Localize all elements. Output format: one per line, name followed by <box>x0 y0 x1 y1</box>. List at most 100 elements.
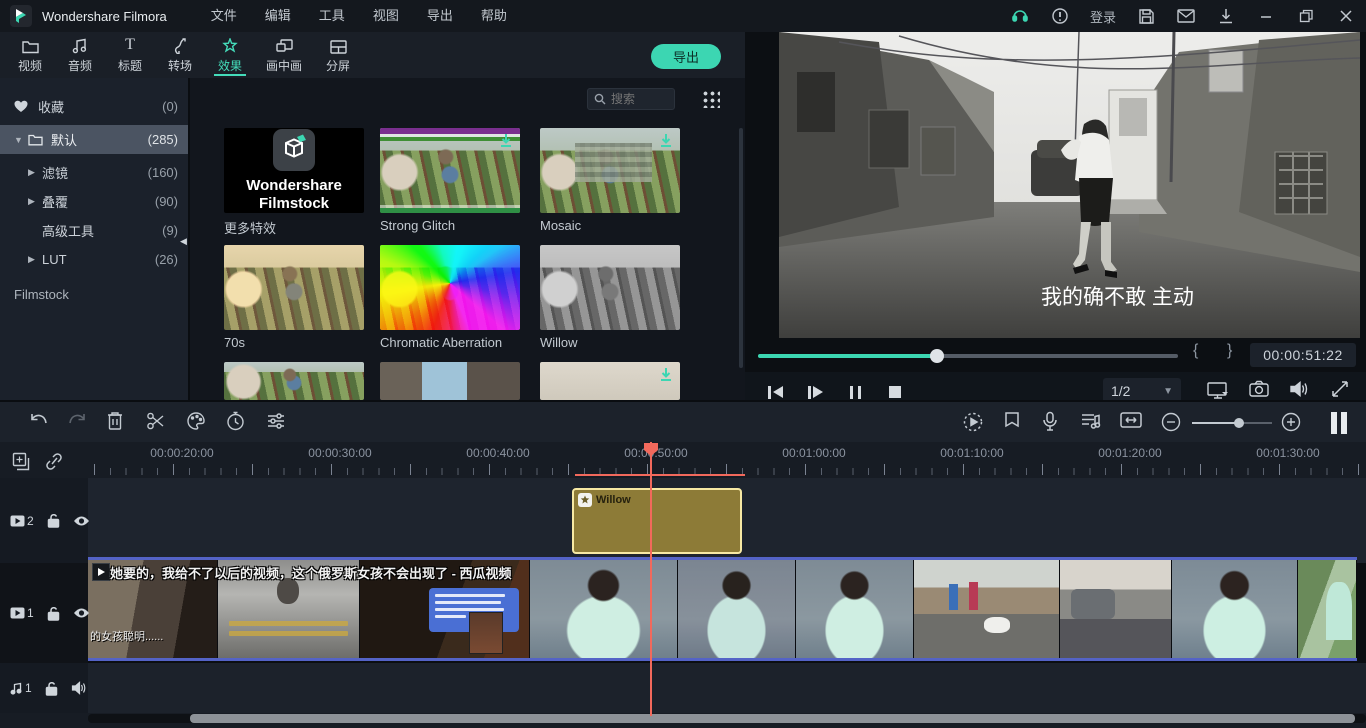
menu-edit[interactable]: 编辑 <box>251 0 305 32</box>
effect-thumb-partial[interactable] <box>540 362 680 400</box>
sidebar-item-filmstock[interactable]: Filmstock <box>0 280 188 309</box>
effect-70s[interactable] <box>224 245 364 330</box>
timeline-zoom-slider[interactable] <box>1192 422 1272 424</box>
tab-splitscreen[interactable]: 分屏 <box>313 32 363 78</box>
minimize-button[interactable] <box>1246 0 1286 32</box>
menu-help[interactable]: 帮助 <box>467 0 521 32</box>
tab-label: 效果 <box>218 57 242 74</box>
effect-strong-glitch[interactable] <box>380 128 520 213</box>
sidebar-item-default[interactable]: ▼ 默认 (285) <box>0 125 188 154</box>
panel-collapse-icon[interactable]: ◀ <box>180 236 187 247</box>
mark-out-button[interactable]: } <box>1227 342 1232 360</box>
download-effect-icon <box>658 367 674 383</box>
snapshot-camera-icon[interactable] <box>1249 380 1269 398</box>
delete-trash-icon[interactable] <box>106 411 124 431</box>
effects-category-sidebar: 收藏 (0) ▼ 默认 (285) ▶ 滤镜 (160) ▶ 叠覆 (90) 高… <box>0 78 188 400</box>
info-icon[interactable] <box>1040 0 1080 32</box>
speaker-icon[interactable] <box>71 681 87 695</box>
caret-right-icon[interactable]: ▶ <box>28 254 42 265</box>
audio-track-1[interactable]: 1 <box>0 663 1366 713</box>
track1-header: 1 <box>0 563 88 663</box>
willow-effect-clip[interactable]: Willow <box>572 488 742 554</box>
close-button[interactable] <box>1326 0 1366 32</box>
tab-audio[interactable]: 音频 <box>55 32 105 78</box>
playhead-line[interactable] <box>650 442 652 716</box>
playhead-marker[interactable] <box>643 442 659 457</box>
tab-pip[interactable]: 画中画 <box>255 32 313 78</box>
fullscreen-icon[interactable] <box>1331 380 1349 398</box>
link-clips-icon[interactable] <box>44 452 64 471</box>
effect-mosaic[interactable] <box>540 128 680 213</box>
tab-titles[interactable]: T 标题 <box>105 32 155 78</box>
copy-clip-icon[interactable] <box>12 452 31 471</box>
caret-down-icon[interactable]: ▼ <box>14 135 28 145</box>
support-headset-icon[interactable] <box>1000 0 1040 32</box>
restore-button[interactable] <box>1286 0 1326 32</box>
caret-right-icon[interactable]: ▶ <box>28 196 42 207</box>
effect-willow[interactable] <box>540 245 680 330</box>
menu-view[interactable]: 视图 <box>359 0 413 32</box>
timecode-display: 00:00:51:22 <box>1250 343 1356 367</box>
menu-export[interactable]: 导出 <box>413 0 467 32</box>
effect-thumb-partial[interactable] <box>380 362 520 400</box>
menu-file[interactable]: 文件 <box>197 0 251 32</box>
sidebar-item-overlays[interactable]: ▶ 叠覆 (90) <box>0 187 188 216</box>
effect-chromatic-aberration[interactable] <box>380 245 520 330</box>
tab-effects[interactable]: 效果 <box>205 32 255 78</box>
panel-toggle-icon[interactable] <box>1331 412 1347 434</box>
menu-tools[interactable]: 工具 <box>305 0 359 32</box>
mark-in-button[interactable]: { <box>1193 342 1198 360</box>
filmstock-card[interactable]: Wondershare Filmstock <box>224 128 364 213</box>
zoom-out-icon[interactable] <box>1160 411 1182 433</box>
speed-timer-icon[interactable] <box>226 411 245 431</box>
marker-icon[interactable] <box>1004 411 1020 431</box>
mail-icon[interactable] <box>1166 0 1206 32</box>
adjust-sliders-icon[interactable] <box>266 411 286 431</box>
display-device-icon[interactable] <box>1207 380 1229 400</box>
lock-icon[interactable] <box>45 681 58 696</box>
track-number: 1 <box>27 606 34 620</box>
export-button[interactable]: 导出 <box>651 44 721 69</box>
video-track-1[interactable]: 的女孩聪明...... <box>0 563 1366 663</box>
scrollbar-thumb[interactable] <box>190 714 1355 723</box>
grid-view-icon[interactable] <box>702 90 720 108</box>
tab-video[interactable]: 视频 <box>5 32 55 78</box>
search-input[interactable] <box>611 92 667 106</box>
caret-right-icon[interactable]: ▶ <box>28 167 42 178</box>
seek-knob[interactable] <box>930 349 944 363</box>
redo-icon[interactable] <box>66 411 88 431</box>
save-icon[interactable] <box>1126 0 1166 32</box>
split-scissors-icon[interactable] <box>146 411 166 431</box>
eye-icon[interactable] <box>73 607 90 619</box>
effects-scrollbar[interactable] <box>739 128 743 368</box>
zoom-slider-knob[interactable] <box>1234 418 1244 428</box>
sidebar-item-lut[interactable]: ▶ LUT (26) <box>0 245 188 274</box>
thumbnail-caption: 的女孩聪明...... <box>90 628 163 644</box>
login-button[interactable]: 登录 <box>1080 7 1126 26</box>
video-viewer[interactable]: 我的确不敢 主动 <box>779 32 1360 338</box>
fit-timeline-icon[interactable] <box>1120 411 1142 429</box>
search-box[interactable] <box>587 88 675 110</box>
tab-transition[interactable]: 转场 <box>155 32 205 78</box>
sidebar-count: (285) <box>148 132 178 147</box>
undo-icon[interactable] <box>28 411 50 431</box>
eye-icon[interactable] <box>73 515 90 527</box>
lock-icon[interactable] <box>47 606 60 621</box>
speaker-icon[interactable] <box>1289 380 1309 398</box>
zoom-in-icon[interactable] <box>1280 411 1302 433</box>
sidebar-item-favorites[interactable]: 收藏 (0) <box>0 92 188 121</box>
download-icon[interactable] <box>1206 0 1246 32</box>
timeline-horizontal-scrollbar[interactable] <box>88 714 1366 723</box>
tab-label: 视频 <box>18 57 42 74</box>
seek-bar[interactable] <box>758 354 1178 358</box>
effect-thumb-partial[interactable] <box>224 362 364 400</box>
voiceover-mic-icon[interactable] <box>1042 411 1058 432</box>
sidebar-item-advanced-tools[interactable]: 高级工具 (9) <box>0 216 188 245</box>
audio-mixer-icon[interactable] <box>1080 411 1101 431</box>
timeline-ruler[interactable]: 00:00:20:00 00:00:30:00 00:00:40:00 00:0… <box>0 442 1366 478</box>
lock-icon[interactable] <box>47 513 60 528</box>
render-preview-icon[interactable] <box>962 411 984 433</box>
color-palette-icon[interactable] <box>186 411 206 431</box>
sidebar-item-filters[interactable]: ▶ 滤镜 (160) <box>0 158 188 187</box>
video-track-2[interactable]: 2 Willow <box>0 478 1366 563</box>
